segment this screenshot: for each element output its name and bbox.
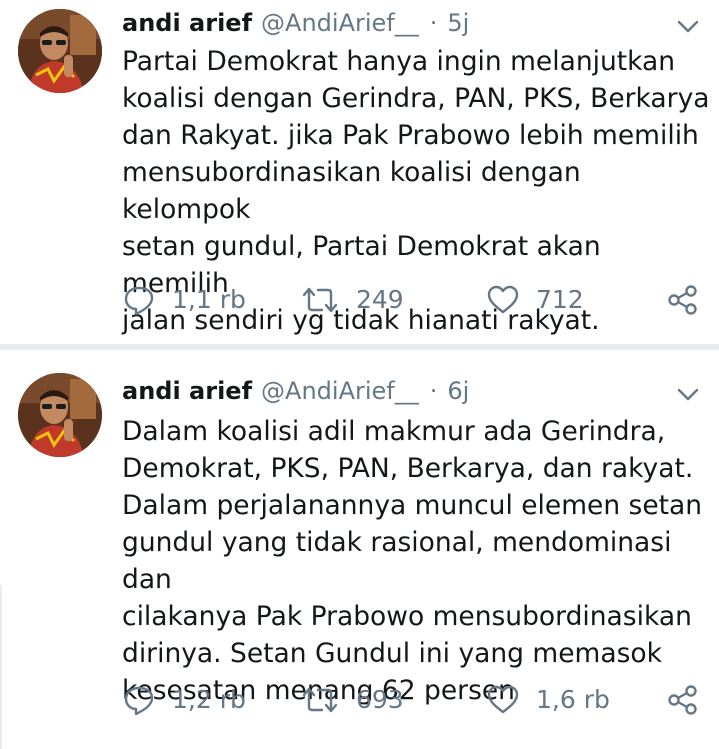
retweet-button[interactable]: 249: [300, 280, 404, 320]
tweet-text: Dalam koalisi adil makmur ada Gerindra, …: [122, 416, 703, 706]
retweet-count: 249: [356, 285, 404, 314]
tweet-header: andi arief @AndiArief__ · 6j: [122, 375, 469, 407]
like-icon: [486, 683, 520, 717]
avatar[interactable]: [18, 373, 102, 457]
user-handle[interactable]: @AndiArief__: [261, 7, 419, 39]
reply-button[interactable]: 1,2 rb: [122, 680, 246, 720]
tweet[interactable]: andi arief @AndiArief__ · 6j Dalam koali…: [0, 350, 719, 749]
retweet-icon: [300, 283, 340, 317]
share-button[interactable]: [666, 280, 700, 320]
reply-count: 1,2 rb: [172, 685, 246, 714]
share-icon: [666, 283, 700, 317]
like-button[interactable]: 1,6 rb: [486, 680, 610, 720]
like-button[interactable]: 712: [486, 280, 584, 320]
tweet[interactable]: andi arief @AndiArief__ · 5j Partai Demo…: [0, 0, 719, 344]
user-handle[interactable]: @AndiArief__: [261, 375, 419, 407]
timestamp[interactable]: 5j: [447, 7, 469, 39]
separator-dot: ·: [429, 9, 438, 37]
retweet-count: 693: [356, 685, 404, 714]
edge-line: [0, 585, 2, 749]
separator-dot: ·: [429, 377, 438, 405]
reply-button[interactable]: 1,1 rb: [122, 280, 246, 320]
reply-icon: [122, 283, 156, 317]
share-button[interactable]: [666, 680, 700, 720]
like-icon: [486, 283, 520, 317]
like-count: 1,6 rb: [536, 685, 610, 714]
reply-count: 1,1 rb: [172, 285, 246, 314]
tweet-actions: 1,1 rb 249 712: [0, 280, 719, 320]
chevron-down-icon[interactable]: [676, 382, 700, 406]
reply-icon: [122, 683, 156, 717]
retweet-icon: [300, 683, 340, 717]
avatar[interactable]: [18, 9, 102, 93]
display-name[interactable]: andi arief: [122, 7, 252, 39]
chevron-down-icon[interactable]: [676, 14, 700, 38]
share-icon: [666, 683, 700, 717]
retweet-button[interactable]: 693: [300, 680, 404, 720]
display-name[interactable]: andi arief: [122, 375, 252, 407]
timestamp[interactable]: 6j: [447, 375, 469, 407]
tweet-header: andi arief @AndiArief__ · 5j: [122, 7, 469, 39]
tweet-actions: 1,2 rb 693 1,6 rb: [0, 680, 719, 720]
like-count: 712: [536, 285, 584, 314]
